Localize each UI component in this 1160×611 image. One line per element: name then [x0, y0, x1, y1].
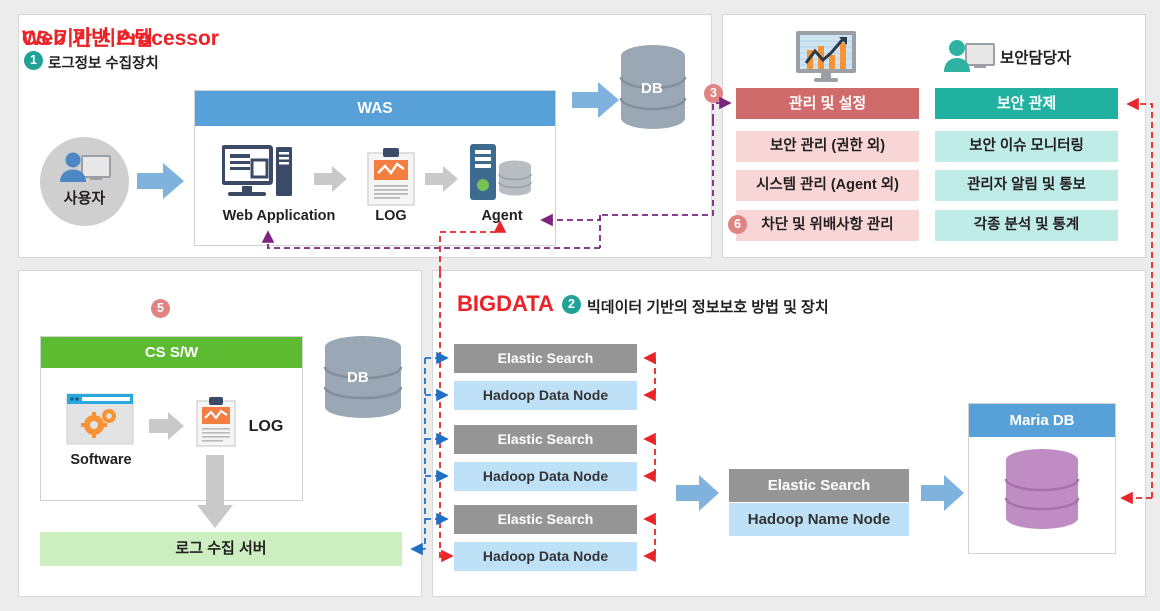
maria-db-cylinder-icon [1004, 449, 1080, 529]
panel-cs-title: CS 기반 시스템 [22, 28, 153, 50]
admin-col-head-management[interactable]: 관리 및 설정 [736, 88, 919, 119]
maria-db-title: Maria DB [969, 404, 1115, 437]
software-label: Software [70, 452, 132, 468]
user-node: 사용자 [40, 137, 129, 226]
badge-6: 6 [728, 215, 747, 234]
admin-item-analysis-stats[interactable]: 각종 분석 및 통계 [935, 210, 1118, 241]
elastic-search-node-2[interactable]: Elastic Search [454, 425, 637, 454]
elastic-search-node-3[interactable]: Elastic Search [454, 505, 637, 534]
elastic-search-master[interactable]: Elastic Search [729, 469, 909, 502]
flow-arrow-webapp-to-log [314, 166, 347, 192]
panel-web-subtitle: 로그정보 수집장치 [48, 56, 159, 72]
person-monitor-icon [944, 40, 995, 72]
admin-item-issue-monitoring[interactable]: 보안 이슈 모니터링 [935, 131, 1118, 162]
db-label-web: DB [641, 80, 663, 97]
admin-item-system-mgmt[interactable]: 시스템 관리 (Agent 외) [736, 170, 919, 201]
cs-log-label: LOG [248, 418, 284, 435]
badge-5: 5 [151, 299, 170, 318]
flow-arrow-software-to-log [149, 412, 184, 440]
server-database-icon [470, 144, 532, 200]
badge-2: 2 [562, 295, 581, 314]
chart-monitor-icon [796, 31, 856, 82]
security-officer-label: 보안담당자 [1000, 50, 1072, 67]
badge-1: 1 [24, 51, 43, 70]
badge-3: 3 [704, 84, 723, 103]
hadoop-data-node-2[interactable]: Hadoop Data Node [454, 462, 637, 491]
web-application-label: Web Application [222, 208, 336, 224]
panel-bigdata-subtitle: 빅데이터 기반의 정보보호 방법 및 장치 [587, 299, 829, 316]
hadoop-name-node[interactable]: Hadoop Name Node [729, 503, 909, 536]
elastic-search-node-1[interactable]: Elastic Search [454, 344, 637, 373]
admin-item-admin-alert[interactable]: 관리자 알림 및 통보 [935, 170, 1118, 201]
clipboard-chart-icon [196, 397, 236, 447]
hadoop-data-node-1[interactable]: Hadoop Data Node [454, 381, 637, 410]
person-monitor-icon [59, 152, 111, 182]
user-label: 사용자 [63, 190, 106, 207]
cs-sw-title: CS S/W [41, 337, 302, 368]
panel-bigdata-title: BIGDATA [457, 291, 554, 316]
admin-item-block-violation[interactable]: 차단 및 위배사항 관리 [736, 210, 919, 241]
flow-arrow-log-to-agent [425, 166, 458, 192]
was-title: WAS [195, 91, 555, 126]
db-label-cs: DB [347, 369, 369, 386]
flow-arrow-user-to-was [137, 163, 184, 199]
flow-arrow-master-to-maria [921, 475, 964, 511]
flow-arrow-was-to-db [572, 82, 619, 118]
log-label: LOG [375, 208, 407, 224]
software-window-icon [66, 393, 134, 445]
monitor-server-icon [222, 145, 292, 196]
admin-col-head-monitoring[interactable]: 보안 관제 [935, 88, 1118, 119]
agent-label: Agent [481, 208, 523, 224]
admin-item-security-mgmt[interactable]: 보안 관리 (권한 외) [736, 131, 919, 162]
clipboard-chart-icon [367, 148, 415, 206]
hadoop-data-node-3[interactable]: Hadoop Data Node [454, 542, 637, 571]
flow-arrow-nodes-to-master [676, 475, 719, 511]
flow-arrow-log-to-server [197, 455, 233, 528]
log-collect-server[interactable]: 로그 수집 서버 [40, 532, 402, 566]
